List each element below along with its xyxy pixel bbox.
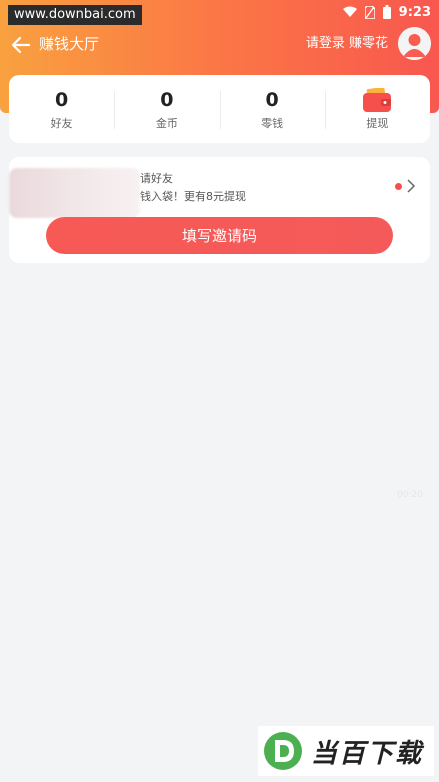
wallet-icon: [363, 87, 392, 112]
watermark: www.downbai.com: [8, 5, 142, 25]
logo-d-icon: [264, 732, 302, 770]
stat-withdraw[interactable]: 提现: [324, 75, 430, 143]
chevron-right-icon[interactable]: [406, 179, 416, 193]
invite-description: 钱入袋！更有8元提现: [140, 190, 246, 203]
stat-change[interactable]: 0 零钱: [219, 75, 325, 143]
status-bar: 9:23: [342, 0, 431, 24]
user-avatar-icon: [398, 27, 431, 60]
avatar[interactable]: [398, 27, 431, 60]
login-link[interactable]: 请登录 赚零花: [306, 34, 388, 54]
stat-friends[interactable]: 0 好友: [9, 75, 114, 143]
notification-dot: [395, 183, 402, 190]
withdraw-label: 提现: [366, 116, 389, 130]
status-time: 9:23: [398, 4, 431, 20]
change-amount: 0: [265, 88, 279, 111]
site-logo: 当百下载: [258, 726, 434, 776]
invite-title: 请好友: [140, 172, 173, 185]
invite-card: 请好友 钱入袋！更有8元提现 填写邀请码: [9, 157, 430, 263]
invite-banner-image: [9, 168, 140, 218]
battery-icon: [382, 5, 391, 19]
stat-coins[interactable]: 0 金币: [114, 75, 219, 143]
wifi-icon: [342, 6, 357, 17]
timer-text: 00:20: [397, 490, 423, 500]
coins-count: 0: [160, 88, 174, 111]
enter-invite-code-button[interactable]: 填写邀请码: [46, 217, 393, 254]
friends-count: 0: [55, 88, 69, 111]
coins-label: 金币: [155, 116, 178, 130]
back-arrow-icon[interactable]: [10, 34, 32, 56]
change-label: 零钱: [261, 116, 284, 130]
friends-label: 好友: [50, 116, 73, 130]
logo-text: 当百下载: [311, 738, 424, 769]
page-title: 赚钱大厅: [39, 35, 100, 53]
no-sim-icon: [364, 5, 375, 19]
stats-card: 0 好友 0 金币 0 零钱 提现: [9, 75, 430, 143]
